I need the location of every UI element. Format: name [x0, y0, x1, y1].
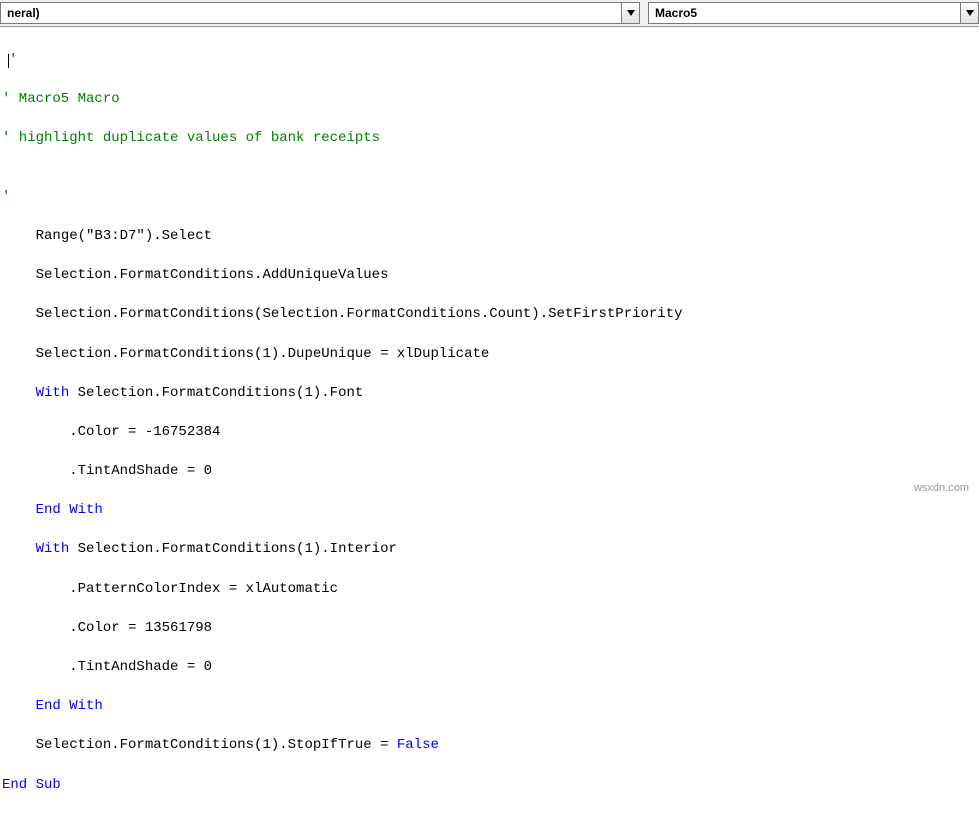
code-keyword: End Sub [2, 777, 61, 793]
code-indent [2, 424, 69, 440]
chevron-down-icon[interactable] [960, 3, 978, 23]
code-text: .Color = 13561798 [69, 620, 212, 636]
code-text: Selection.FormatConditions(Selection.For… [36, 306, 683, 322]
code-text: Selection.FormatConditions(1).DupeUnique… [36, 346, 490, 362]
code-text: Selection.FormatConditions(1).StopIfTrue… [36, 737, 397, 753]
code-comment: ' highlight duplicate values of bank rec… [2, 130, 380, 146]
code-text: Range("B3:D7").Select [36, 228, 212, 244]
code-indent [2, 267, 36, 283]
object-combobox[interactable]: neral) [0, 2, 640, 24]
code-comment: ' Macro5 Macro [2, 91, 120, 107]
code-indent [2, 228, 36, 244]
code-indent [2, 620, 69, 636]
code-indent [2, 659, 69, 675]
code-editor[interactable]: ' ' Macro5 Macro ' highlight duplicate v… [0, 27, 979, 819]
code-indent [2, 502, 36, 518]
code-indent [2, 541, 36, 557]
code-comment: ' [9, 52, 17, 68]
chevron-down-icon[interactable] [621, 3, 639, 23]
code-keyword: With [36, 385, 70, 401]
code-comment: ' [2, 189, 10, 205]
code-indent [2, 737, 36, 753]
code-keyword: False [397, 737, 439, 753]
code-indent [2, 581, 69, 597]
procedure-combobox[interactable]: Macro5 [648, 2, 979, 24]
code-text: Selection.FormatConditions(1).Font [69, 385, 363, 401]
object-combobox-value: neral) [1, 4, 621, 22]
code-text: .TintAndShade = 0 [69, 659, 212, 675]
code-text: Selection.FormatConditions.AddUniqueValu… [36, 267, 389, 283]
code-text: Selection.FormatConditions(1).Interior [69, 541, 397, 557]
code-indent [2, 698, 36, 714]
code-text: .TintAndShade = 0 [69, 463, 212, 479]
code-text: .PatternColorIndex = xlAutomatic [69, 581, 338, 597]
code-indent [2, 463, 69, 479]
watermark: wsxdn.com [914, 482, 969, 494]
code-keyword: End With [36, 698, 103, 714]
code-indent [2, 385, 36, 401]
code-indent [2, 346, 36, 362]
code-keyword: End With [36, 502, 103, 518]
code-text: .Color = -16752384 [69, 424, 220, 440]
procedure-combobox-value: Macro5 [649, 4, 960, 22]
code-keyword: With [36, 541, 70, 557]
dropdown-bar: neral) Macro5 [0, 0, 979, 27]
code-indent [2, 306, 36, 322]
